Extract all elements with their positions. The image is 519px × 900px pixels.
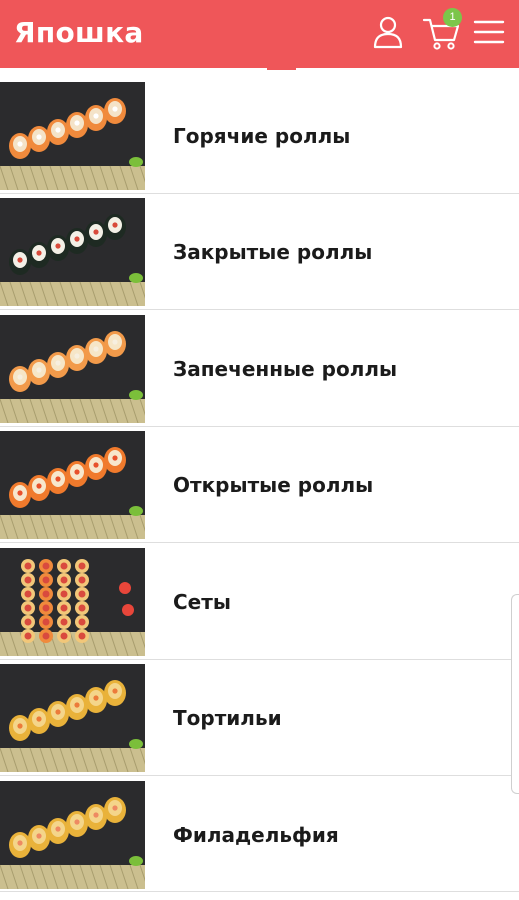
category-item[interactable]: Закрытые роллы — [0, 198, 519, 306]
divider — [0, 193, 519, 194]
divider — [0, 309, 519, 310]
brand-logo[interactable]: Япошка — [14, 16, 144, 49]
divider — [0, 775, 519, 776]
category-label: Закрытые роллы — [173, 240, 373, 264]
hot-rolls-image — [0, 82, 145, 190]
hamburger-menu-icon[interactable] — [472, 16, 506, 48]
divider — [0, 426, 519, 427]
category-item[interactable]: Горячие роллы — [0, 82, 519, 190]
divider — [0, 659, 519, 660]
closed-rolls-image — [0, 198, 145, 306]
baked-rolls-image — [0, 315, 145, 423]
active-indicator — [267, 66, 296, 70]
sets-image — [0, 548, 145, 656]
category-label: Запеченные роллы — [173, 357, 398, 381]
tortilla-image — [0, 664, 145, 772]
app-header: Япошка 1 — [0, 0, 519, 68]
category-label: Тортильи — [173, 706, 282, 730]
category-item[interactable]: Тортильи — [0, 664, 519, 772]
cart-count-badge: 1 — [443, 8, 462, 27]
category-item[interactable]: Филадельфия — [0, 781, 519, 889]
category-item[interactable]: Запеченные роллы — [0, 315, 519, 423]
divider — [0, 542, 519, 543]
category-item[interactable]: Сеты — [0, 548, 519, 656]
category-item[interactable]: Открытые роллы — [0, 431, 519, 539]
scroll-handle[interactable] — [511, 594, 519, 794]
divider — [0, 891, 519, 892]
category-label: Сеты — [173, 590, 231, 614]
user-icon[interactable] — [370, 14, 406, 50]
category-label: Горячие роллы — [173, 124, 351, 148]
category-label: Открытые роллы — [173, 473, 374, 497]
category-label: Филадельфия — [173, 823, 339, 847]
philadelphia-image — [0, 781, 145, 889]
open-rolls-image — [0, 431, 145, 539]
